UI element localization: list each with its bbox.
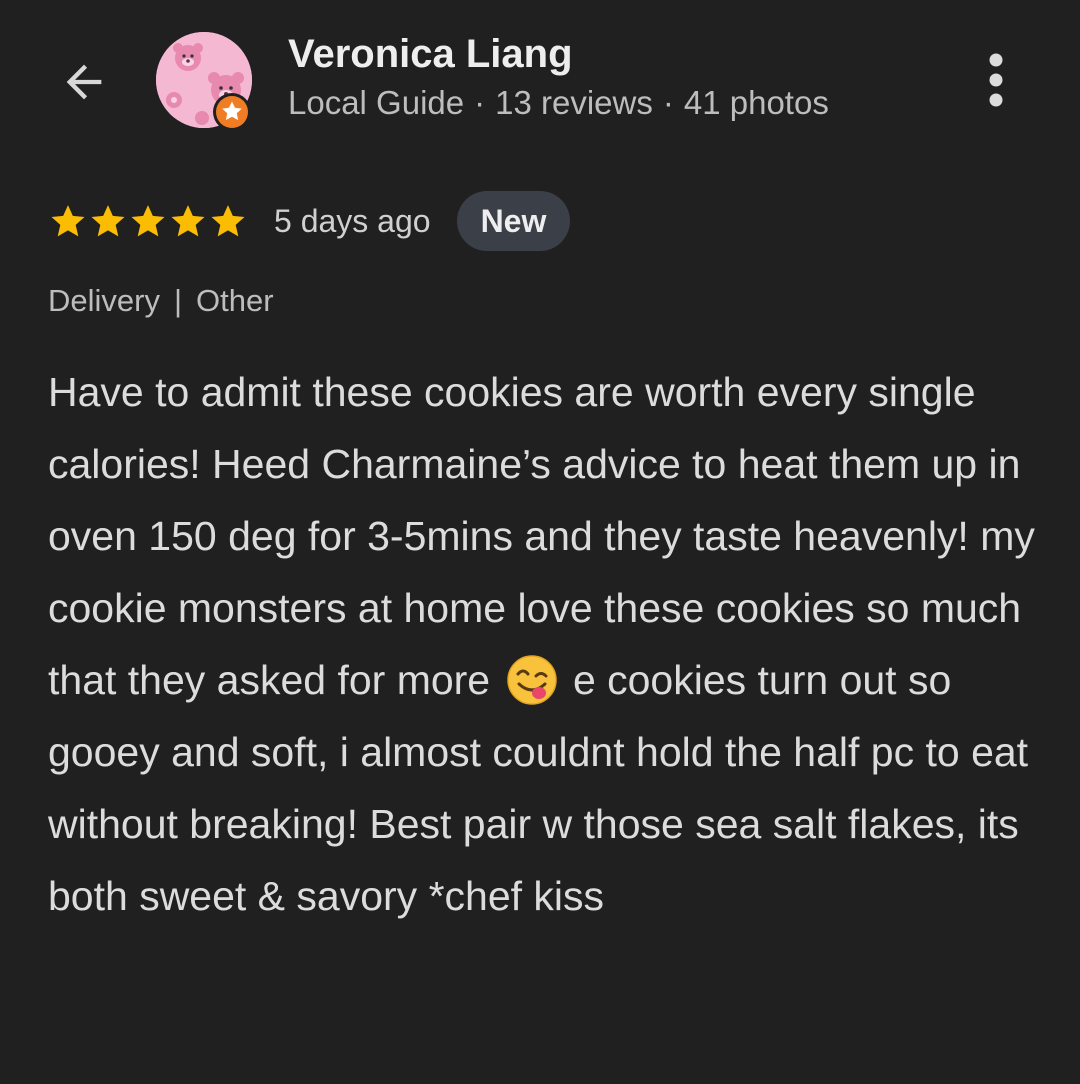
tag-other: Other (196, 283, 274, 318)
tag-delivery: Delivery (48, 283, 160, 318)
review-text-part-1: Have to admit these cookies are worth ev… (48, 369, 1035, 703)
star-icon (91, 205, 125, 237)
meta-separator: · (662, 84, 674, 121)
photo-count: 41 photos (683, 84, 829, 121)
back-button[interactable] (52, 50, 116, 114)
review-body: Have to admit these cookies are worth ev… (48, 356, 1058, 932)
star-icon (211, 205, 245, 237)
tag-separator: | (173, 283, 183, 318)
star-icon (131, 205, 165, 237)
rating-row: 5 days ago New (48, 190, 571, 252)
review-time: 5 days ago (274, 202, 431, 239)
star-icon (51, 205, 85, 237)
face-savoring-food-emoji-icon (506, 654, 558, 706)
local-guide-badge-icon (212, 92, 252, 132)
more-vertical-icon (989, 53, 1003, 107)
reviewer-meta: Local Guide · 13 reviews · 41 photos (288, 84, 829, 122)
arrow-back-icon (66, 64, 102, 100)
meta-separator: · (474, 84, 486, 121)
star-icon (171, 205, 205, 237)
review-header: Veronica Liang Local Guide · 13 reviews · 41… (0, 0, 1080, 160)
more-options-button[interactable] (968, 52, 1024, 108)
local-guide-label: Local Guide (288, 84, 465, 121)
reviewer-name[interactable]: Veronica Liang (288, 32, 573, 77)
review-tags: Delivery | Other (48, 283, 274, 319)
review-count: 13 reviews (495, 84, 653, 121)
new-badge: New (456, 191, 571, 251)
star-rating (48, 201, 248, 241)
